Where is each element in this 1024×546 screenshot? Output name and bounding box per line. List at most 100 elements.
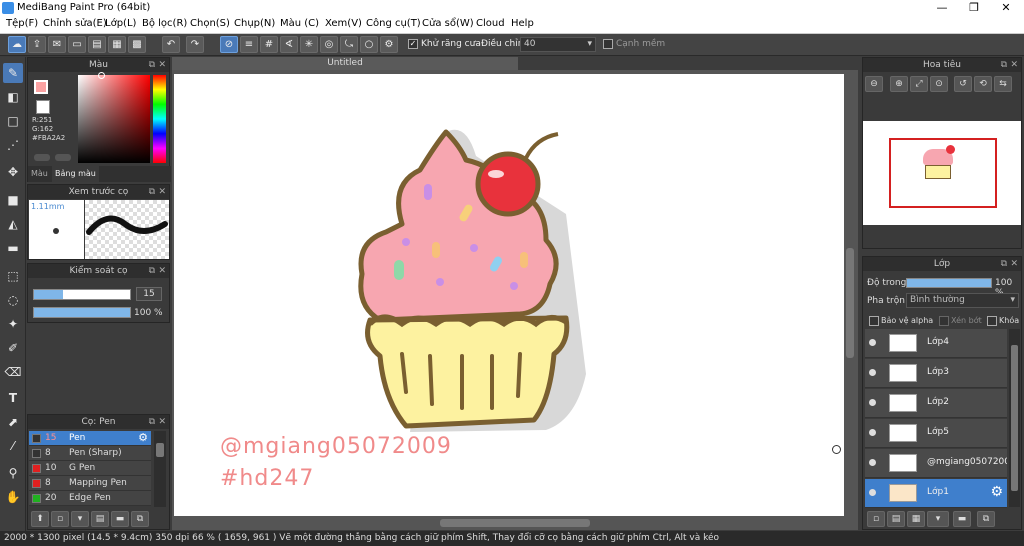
visibility-icon[interactable] bbox=[869, 399, 876, 406]
select-pen-tool-icon[interactable]: ✐ bbox=[3, 338, 23, 358]
reset-color-button[interactable] bbox=[55, 154, 71, 161]
document-tab[interactable]: Untitled bbox=[172, 57, 518, 70]
protect-alpha-checkbox[interactable] bbox=[869, 316, 879, 326]
rotate-reset-icon[interactable]: ⟲ bbox=[974, 76, 992, 92]
hue-slider[interactable] bbox=[153, 75, 166, 163]
tiles-icon[interactable]: ▩ bbox=[128, 36, 146, 53]
close-icon[interactable]: ✕ bbox=[1010, 58, 1018, 72]
layer-opacity-slider[interactable] bbox=[906, 278, 992, 288]
tab-palette[interactable]: Bảng màu bbox=[52, 166, 99, 182]
lasso-tool-icon[interactable]: ◌ bbox=[3, 290, 23, 310]
layer-row-watermark[interactable]: @mgiang05072009 bbox=[865, 449, 1007, 478]
scrollbar-thumb[interactable] bbox=[1011, 345, 1018, 491]
layer-row-lop5[interactable]: Lớp5 bbox=[865, 419, 1007, 448]
copy-brush-icon[interactable]: ▤ bbox=[91, 511, 109, 527]
maximize-button[interactable]: ❐ bbox=[958, 0, 990, 16]
layer-row-lop2[interactable]: Lớp2 bbox=[865, 389, 1007, 418]
adjust-dropdown[interactable]: 40 ▾ bbox=[520, 37, 596, 52]
menu-cloud[interactable]: Cloud bbox=[476, 18, 505, 29]
radial-snap-icon[interactable]: ✳ bbox=[300, 36, 318, 53]
new-file-icon[interactable]: ▭ bbox=[68, 36, 86, 53]
brush-tool-icon[interactable]: ✎ bbox=[3, 63, 23, 83]
close-icon[interactable]: ✕ bbox=[158, 415, 166, 429]
brush-opacity-slider[interactable] bbox=[33, 307, 131, 318]
lock-checkbox[interactable] bbox=[987, 316, 997, 326]
rotate-left-icon[interactable]: ↺ bbox=[954, 76, 972, 92]
new-halftone-layer-icon[interactable]: ▤ bbox=[887, 511, 905, 527]
flip-icon[interactable]: ⇆ bbox=[994, 76, 1012, 92]
bucket-tool-icon[interactable]: ◭ bbox=[3, 214, 23, 234]
brush-item-g-pen[interactable]: 10 G Pen bbox=[29, 461, 151, 476]
zoom-reset-icon[interactable]: ⊙ bbox=[930, 76, 948, 92]
antialias-checkbox[interactable]: ✓ bbox=[408, 39, 418, 49]
secondary-color-swatch[interactable] bbox=[36, 100, 50, 114]
popout-icon[interactable]: ⧉ bbox=[1001, 58, 1007, 72]
fill-rect-tool-icon[interactable]: ■ bbox=[3, 190, 23, 210]
layer-scrollbar[interactable] bbox=[1009, 329, 1020, 507]
comment-icon[interactable]: ✉ bbox=[48, 36, 66, 53]
scrollbar-thumb[interactable] bbox=[156, 443, 164, 457]
gear-icon[interactable]: ⚙ bbox=[380, 36, 398, 53]
snap-off-icon[interactable]: ⊘ bbox=[220, 36, 238, 53]
menu-filter[interactable]: Bộ lọc(R) bbox=[142, 18, 187, 29]
concentric-snap-icon[interactable]: ◎ bbox=[320, 36, 338, 53]
close-icon[interactable]: ✕ bbox=[158, 264, 166, 278]
dot-tool-icon[interactable]: ⋰ bbox=[3, 135, 23, 155]
popout-icon[interactable]: ⧉ bbox=[149, 185, 155, 199]
brush-item-edge-pen[interactable]: 20 Edge Pen bbox=[29, 491, 151, 506]
minimize-button[interactable]: — bbox=[926, 0, 958, 16]
select-eraser-tool-icon[interactable]: ⌫ bbox=[3, 362, 23, 382]
eyedropper-tool-icon[interactable]: ⚲ bbox=[3, 463, 23, 483]
layer-row-lop4[interactable]: Lớp4 bbox=[865, 329, 1007, 358]
cloud-icon[interactable]: ☁ bbox=[8, 36, 26, 53]
hand-tool-icon[interactable]: ✋ bbox=[3, 487, 23, 507]
brush-item-mapping-pen[interactable]: 8 Mapping Pen bbox=[29, 476, 151, 491]
visibility-icon[interactable] bbox=[869, 339, 876, 346]
popout-icon[interactable]: ⧉ bbox=[149, 264, 155, 278]
popout-icon[interactable]: ⧉ bbox=[149, 58, 155, 72]
move-tool-icon[interactable]: ✥ bbox=[3, 162, 23, 182]
close-button[interactable]: ✕ bbox=[990, 0, 1022, 16]
close-icon[interactable]: ✕ bbox=[158, 185, 166, 199]
menu-select[interactable]: Chọn(S) bbox=[190, 18, 230, 29]
menu-view[interactable]: Xem(V) bbox=[325, 18, 362, 29]
gear-icon[interactable]: ⚙ bbox=[990, 484, 1003, 500]
new-8bit-layer-icon[interactable]: ▦ bbox=[907, 511, 925, 527]
share-icon[interactable]: ⇪ bbox=[28, 36, 46, 53]
smooth-checkbox[interactable] bbox=[603, 39, 613, 49]
blend-mode-dropdown[interactable]: Bình thường ▾ bbox=[906, 293, 1019, 308]
grid-doc-icon[interactable]: ▦ bbox=[108, 36, 126, 53]
document-icon[interactable]: ▤ bbox=[88, 36, 106, 53]
zoom-out-icon[interactable]: ⊖ bbox=[865, 76, 883, 92]
visibility-icon[interactable] bbox=[869, 369, 876, 376]
undo-icon[interactable]: ↶ bbox=[162, 36, 180, 53]
fit-icon[interactable]: ⤢ bbox=[910, 76, 928, 92]
color-picker-cursor[interactable] bbox=[98, 72, 105, 79]
new-layer-icon[interactable]: ▫ bbox=[867, 511, 885, 527]
brush-size-value[interactable]: 15 bbox=[136, 287, 162, 301]
swap-color-button[interactable] bbox=[34, 154, 50, 161]
popout-icon[interactable]: ⧉ bbox=[149, 415, 155, 429]
navigator-preview[interactable] bbox=[863, 121, 1021, 225]
layer-row-lop1[interactable]: Lớp1 ⚙ bbox=[865, 479, 1007, 508]
popout-icon[interactable]: ⧉ bbox=[1001, 257, 1007, 271]
canvas-vertical-scrollbar[interactable] bbox=[846, 248, 854, 358]
grid-snap-icon[interactable]: # bbox=[260, 36, 278, 53]
visibility-icon[interactable] bbox=[869, 429, 876, 436]
new-brush-icon[interactable]: ▫ bbox=[51, 511, 69, 527]
brush-item-pen-sharp[interactable]: 8 Pen (Sharp) bbox=[29, 446, 151, 461]
menu-color[interactable]: Màu (C) bbox=[280, 18, 319, 29]
add-brush-icon[interactable]: ⬆ bbox=[31, 511, 49, 527]
divide-tool-icon[interactable]: ⁄ bbox=[3, 436, 23, 456]
duplicate-layer-icon[interactable]: ⧉ bbox=[977, 511, 995, 527]
menu-file[interactable]: Tệp(F) bbox=[6, 18, 38, 29]
curve-snap-icon[interactable]: ⤿ bbox=[340, 36, 358, 53]
menu-edit[interactable]: Chỉnh sửa(E) bbox=[43, 18, 107, 29]
brush-folder-icon[interactable]: ▬ bbox=[111, 511, 129, 527]
drawing-canvas[interactable]: @mgiang05072009 #hd247 bbox=[174, 74, 844, 516]
visibility-icon[interactable] bbox=[869, 459, 876, 466]
layer-menu-icon[interactable]: ▾ bbox=[927, 511, 949, 527]
brush-item-pen[interactable]: 15 Pen ⚙ bbox=[29, 431, 151, 446]
eraser-tool-icon[interactable]: ◧ bbox=[3, 87, 23, 107]
visibility-icon[interactable] bbox=[869, 489, 876, 496]
